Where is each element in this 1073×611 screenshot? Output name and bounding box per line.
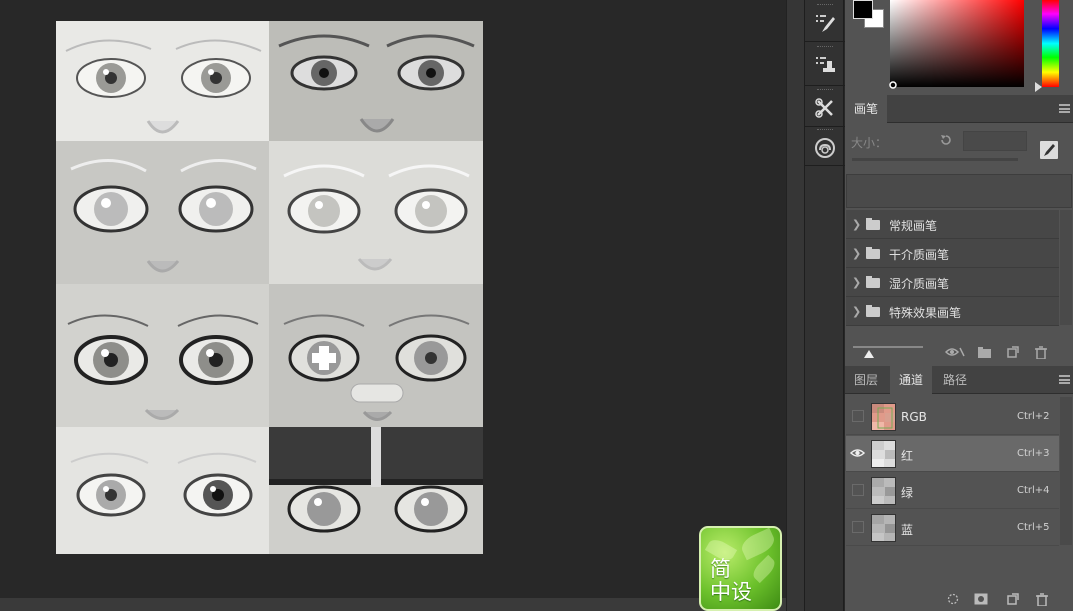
channel-row-green[interactable]: 绿 Ctrl+4 bbox=[846, 473, 1059, 509]
brush-group-item[interactable]: ❯ 常规画笔 bbox=[846, 210, 1059, 239]
color-picker-cursor-icon bbox=[889, 81, 897, 89]
eye-photo-tile bbox=[269, 21, 483, 141]
channel-row-blue[interactable]: 蓝 Ctrl+5 bbox=[846, 510, 1059, 546]
eye-photo-tile bbox=[269, 427, 483, 554]
channel-visibility-toggle[interactable] bbox=[852, 484, 864, 496]
channel-shortcut: Ctrl+5 bbox=[1017, 522, 1050, 533]
channel-shortcut: Ctrl+2 bbox=[1017, 411, 1050, 422]
clone-source-icon[interactable] bbox=[809, 48, 841, 82]
channel-visibility-toggle[interactable] bbox=[852, 521, 864, 533]
channel-shortcut: Ctrl+3 bbox=[1017, 448, 1050, 459]
channel-name: 蓝 bbox=[901, 523, 914, 537]
brush-group-name: 特殊效果画笔 bbox=[889, 306, 962, 320]
preview-size-slider[interactable] bbox=[853, 346, 923, 348]
tab-brush[interactable]: 画笔 bbox=[845, 95, 888, 123]
channels-scrollbar[interactable] bbox=[1060, 397, 1072, 545]
brush-preview bbox=[846, 174, 1072, 208]
chevron-right-icon[interactable]: ❯ bbox=[852, 305, 861, 318]
channel-thumbnail bbox=[871, 403, 896, 431]
channel-shortcut: Ctrl+4 bbox=[1017, 485, 1050, 496]
new-group-folder-icon[interactable] bbox=[978, 346, 992, 358]
tab-layers[interactable]: 图层 bbox=[845, 366, 887, 394]
panel-icon-strip bbox=[804, 0, 845, 611]
foreground-color-swatch[interactable] bbox=[853, 0, 873, 19]
eye-icon[interactable] bbox=[850, 447, 865, 459]
panel-menu-icon[interactable] bbox=[1059, 375, 1070, 384]
channel-visibility-toggle[interactable] bbox=[852, 410, 864, 422]
brush-group-item[interactable]: ❯ 特殊效果画笔 bbox=[846, 297, 1059, 326]
watermark-line-1: 简 bbox=[710, 557, 731, 581]
eye-photo-tile bbox=[269, 141, 483, 284]
eye-photo-tile bbox=[56, 284, 269, 427]
hue-slider[interactable] bbox=[1042, 0, 1059, 87]
toggle-preview-eye-icon[interactable] bbox=[945, 346, 965, 358]
tab-channels[interactable]: 通道 bbox=[890, 366, 933, 394]
brush-settings-button[interactable] bbox=[1040, 141, 1058, 159]
channel-thumbnail bbox=[871, 477, 896, 505]
brush-presets-icon[interactable] bbox=[809, 6, 841, 40]
tool-presets-icon[interactable] bbox=[809, 91, 841, 125]
brush-size-input[interactable] bbox=[963, 131, 1027, 151]
folder-icon bbox=[866, 218, 880, 230]
horizontal-scrollbar[interactable] bbox=[0, 598, 786, 611]
vertical-scrollbar[interactable] bbox=[786, 0, 804, 611]
eye-photo-tile bbox=[56, 21, 269, 141]
brush-group-list: ❯ 常规画笔 ❯ 干介质画笔 ❯ 湿介质画笔 ❯ 特殊效果画笔 bbox=[846, 210, 1059, 326]
creative-cloud-icon[interactable] bbox=[809, 131, 841, 165]
panel-menu-icon[interactable] bbox=[1059, 104, 1070, 113]
new-channel-icon[interactable] bbox=[1007, 593, 1019, 605]
eye-photo-tile bbox=[269, 284, 483, 427]
channel-thumbnail bbox=[871, 440, 896, 468]
chevron-right-icon[interactable]: ❯ bbox=[852, 247, 861, 260]
brush-group-name: 湿介质画笔 bbox=[889, 277, 950, 291]
channel-name: RGB bbox=[901, 410, 927, 424]
watermark-text: 简 中设 bbox=[710, 558, 752, 604]
eye-photo-tile bbox=[56, 141, 269, 284]
brush-list-scrollbar[interactable] bbox=[1060, 210, 1072, 325]
chevron-right-icon[interactable]: ❯ bbox=[852, 276, 861, 289]
channel-thumbnail bbox=[871, 514, 896, 542]
reset-size-icon[interactable] bbox=[939, 133, 953, 147]
brush-settings-icon bbox=[1044, 144, 1055, 156]
folder-icon bbox=[866, 276, 880, 288]
brush-panel-tabbar: 画笔 bbox=[845, 95, 1073, 123]
folder-icon bbox=[866, 305, 880, 317]
eye-photo-tile bbox=[56, 427, 269, 554]
brush-group-item[interactable]: ❯ 湿介质画笔 bbox=[846, 268, 1059, 297]
delete-brush-trash-icon[interactable] bbox=[1035, 346, 1047, 359]
brush-size-label: 大小： bbox=[851, 136, 888, 150]
watermark-logo: 简 中设 bbox=[699, 526, 782, 611]
preview-size-slider-thumb[interactable] bbox=[864, 350, 874, 358]
brush-group-name: 干介质画笔 bbox=[889, 248, 950, 262]
channel-name: 红 bbox=[901, 449, 914, 463]
channel-name: 绿 bbox=[901, 486, 914, 500]
save-selection-as-channel-icon[interactable] bbox=[974, 593, 988, 605]
tab-paths[interactable]: 路径 bbox=[934, 366, 976, 394]
channels-panel-tabbar: 图层 通道 路径 bbox=[845, 366, 1073, 394]
color-saturation-field[interactable] bbox=[890, 0, 1024, 87]
brush-size-slider[interactable] bbox=[852, 158, 1018, 161]
right-panels: 画笔 大小： ❯ 常规画笔 ❯ 干介质画笔 ❯ 湿介质画笔 ❯ 特殊效果画笔 图… bbox=[845, 0, 1073, 611]
canvas-area[interactable] bbox=[0, 0, 786, 598]
watermark-line-2: 中设 bbox=[710, 580, 752, 604]
channel-row-rgb[interactable]: RGB Ctrl+2 bbox=[846, 399, 1059, 435]
brush-group-name: 常规画笔 bbox=[889, 219, 938, 233]
folder-icon bbox=[866, 247, 880, 259]
chevron-right-icon[interactable]: ❯ bbox=[852, 218, 861, 231]
photoshop-workspace: 简 中设 画笔 大小： ❯ 常规画笔 ❯ 干介质画笔 ❯ 湿介质画笔 ❯ 特殊效… bbox=[0, 0, 1073, 611]
new-brush-icon[interactable] bbox=[1007, 346, 1019, 358]
channel-row-red[interactable]: 红 Ctrl+3 bbox=[846, 436, 1059, 472]
color-panel bbox=[845, 0, 1073, 95]
document-image-eye-collage[interactable] bbox=[56, 21, 483, 554]
hue-slider-thumb-icon[interactable] bbox=[1035, 82, 1043, 92]
delete-channel-trash-icon[interactable] bbox=[1036, 593, 1048, 606]
load-channel-selection-icon[interactable] bbox=[947, 593, 959, 605]
brush-group-item[interactable]: ❯ 干介质画笔 bbox=[846, 239, 1059, 268]
